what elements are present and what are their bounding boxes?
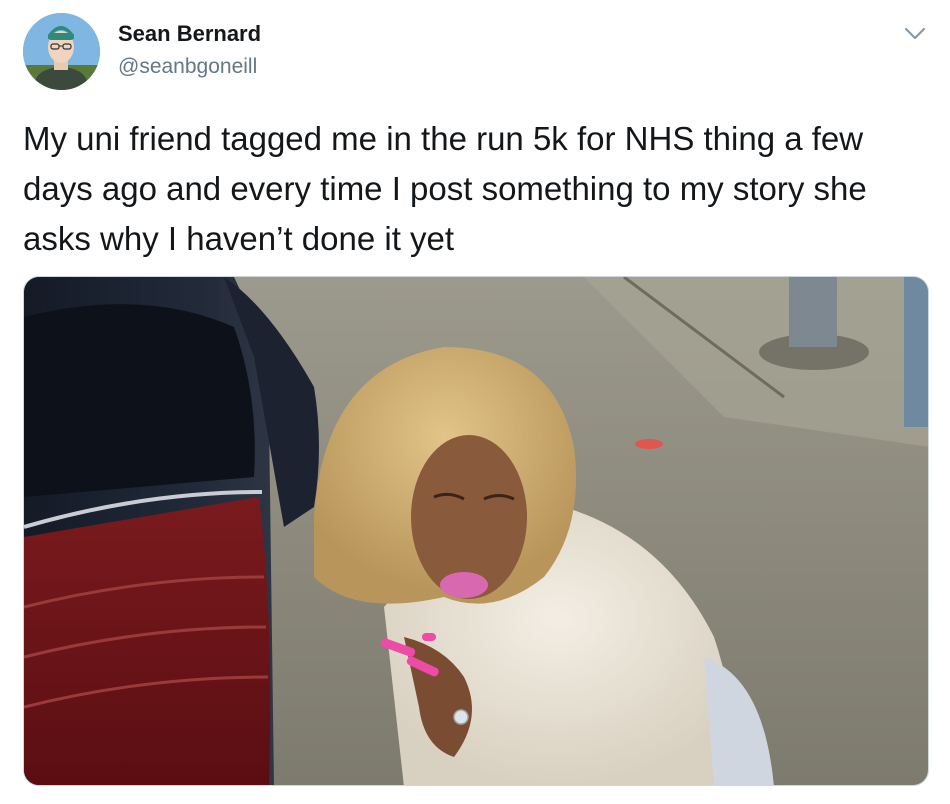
avatar-photo (23, 13, 100, 90)
tweet-card: Sean Bernard @seanbgoneill My uni friend… (0, 0, 950, 804)
chevron-down-icon (904, 27, 926, 40)
tweet-text: My uni friend tagged me in the run 5k fo… (23, 120, 867, 257)
photo-image (24, 277, 928, 785)
tweet-menu-button[interactable] (901, 23, 929, 43)
author-avatar[interactable] (23, 13, 100, 90)
author-handle[interactable]: @seanbgoneill (118, 55, 257, 79)
tweet-photo[interactable] (23, 276, 929, 786)
author-name[interactable]: Sean Bernard (118, 21, 261, 47)
